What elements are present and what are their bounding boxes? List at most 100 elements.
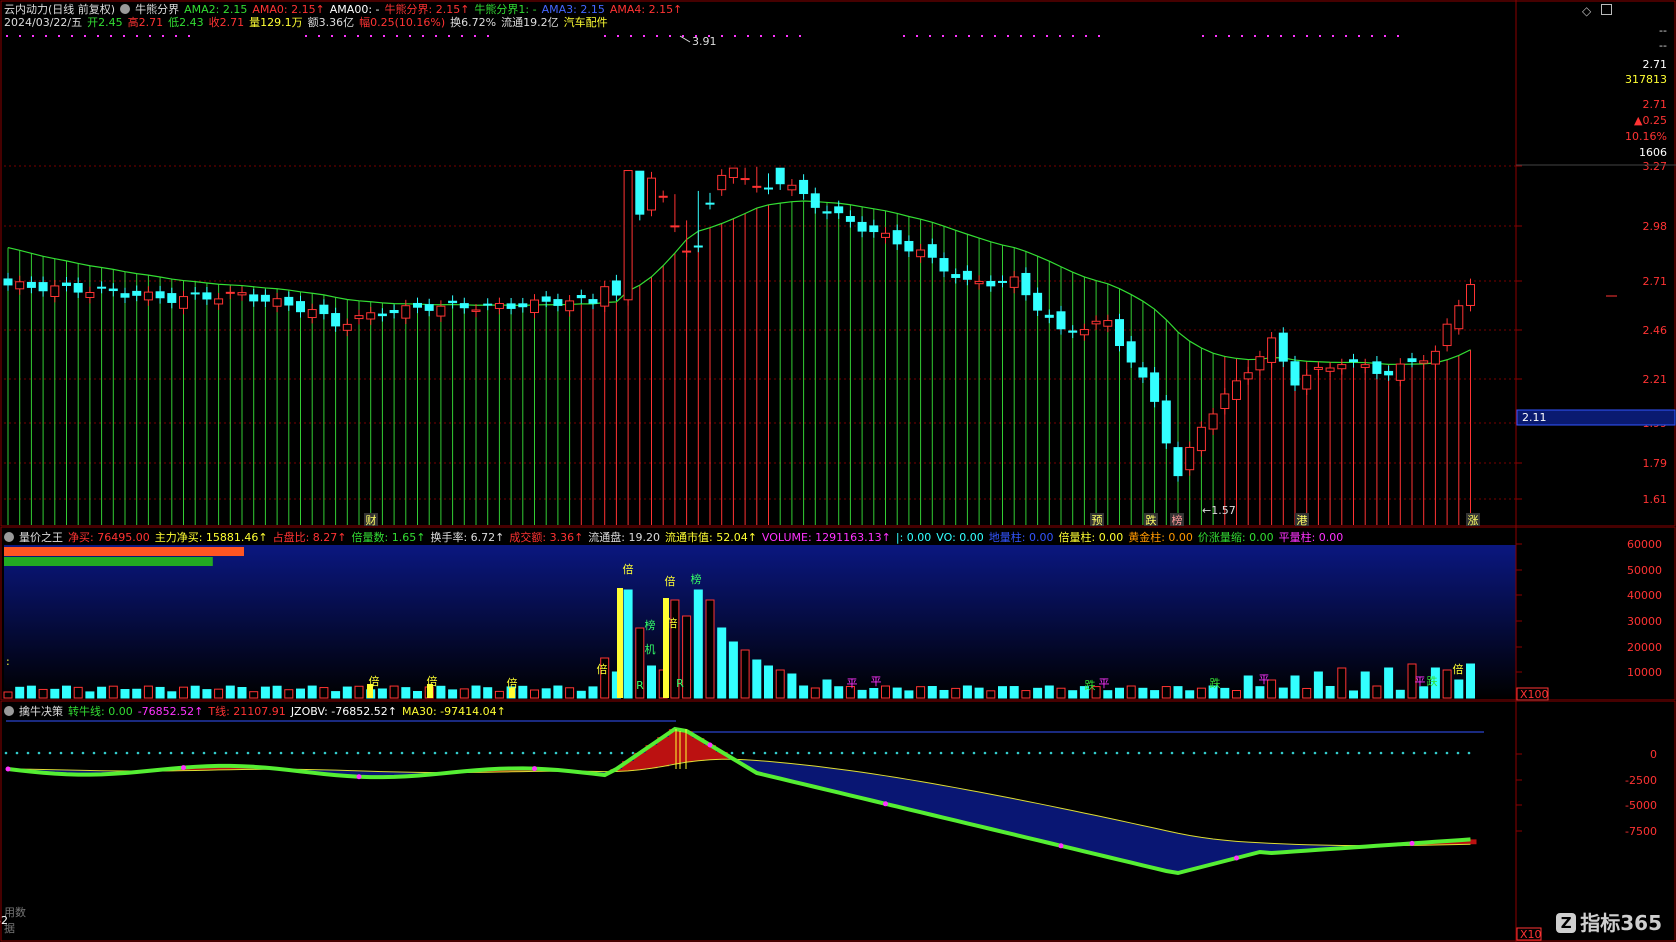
- diamond-icon[interactable]: ◇: [1582, 4, 1591, 18]
- volume-bar: [1337, 667, 1347, 699]
- event-tag: 跌: [1146, 513, 1157, 527]
- volume-bar: [1103, 690, 1113, 699]
- candle: [740, 178, 750, 181]
- candle: [1056, 311, 1066, 330]
- candle: [787, 184, 797, 191]
- zero-dot: [59, 751, 63, 755]
- top-dot: [162, 35, 164, 37]
- zero-dot: [1368, 751, 1372, 755]
- zero-dot: [235, 751, 239, 755]
- decision-pane[interactable]: 0 -2500 -5000 -7500 X10 擒牛决策 转牛线: 0.00 -76852.…: [0, 701, 1676, 942]
- price-chart[interactable]: 3.272.982.712.462.211.991.791.61----2.71…: [0, 0, 1676, 527]
- top-dot: [786, 35, 788, 37]
- volume-tick-label: 30000: [1627, 615, 1662, 628]
- candle: [354, 315, 364, 320]
- volume-item-4: 换手率: 6.72↑: [430, 531, 505, 544]
- volume-pane[interactable]: 60000 50000 40000 30000 20000 10000 X100 倍倍倍倍倍倍…: [0, 527, 1676, 701]
- candle: [1150, 372, 1160, 402]
- volume-bar: [436, 685, 446, 699]
- volume-title[interactable]: 量价之王: [19, 531, 63, 544]
- zero-dot: [323, 751, 327, 755]
- volume-bar: [623, 589, 633, 699]
- volume-bar: [331, 691, 341, 699]
- candle: [424, 304, 434, 311]
- candle: [38, 282, 48, 292]
- volume-bar: [1068, 690, 1078, 699]
- zero-dot: [213, 751, 217, 755]
- right-panel-value: 1606: [1639, 146, 1667, 159]
- indicator-toggle-icon[interactable]: [120, 4, 131, 14]
- zero-dot: [1379, 751, 1383, 755]
- zero-dot: [1247, 751, 1251, 755]
- volume-toggle-icon[interactable]: [4, 532, 14, 542]
- volume-bar: [1360, 671, 1370, 699]
- top-dot: [422, 35, 424, 37]
- candle: [307, 309, 317, 319]
- top-dot: [1384, 35, 1386, 37]
- volume-bar: [284, 689, 294, 699]
- candle: [50, 285, 60, 297]
- right-panel-value: --: [1659, 39, 1667, 52]
- volume-scale-label: X100: [1520, 688, 1549, 701]
- zero-dot: [1082, 751, 1086, 755]
- zero-dot: [488, 751, 492, 755]
- decision-item-3: JZOBV: -76852.52↑: [290, 705, 397, 718]
- top-dot: [448, 35, 450, 37]
- volume-bar: [518, 685, 528, 699]
- zero-dot: [1445, 751, 1449, 755]
- candle: [389, 309, 399, 314]
- zero-dot: [1434, 751, 1438, 755]
- volume-bar-label: 倍: [667, 616, 678, 630]
- top-dot: [903, 35, 905, 37]
- volume-bar: [296, 688, 305, 699]
- price-pane[interactable]: 3.272.982.712.462.211.991.791.61----2.71…: [0, 0, 1676, 527]
- volume-bar: [1313, 671, 1323, 699]
- candle: [3, 278, 13, 286]
- volume-item-5: 成交额: 3.36↑: [509, 531, 584, 544]
- candle: [1360, 364, 1370, 368]
- candle: [1208, 413, 1218, 430]
- volume-bar: [1255, 686, 1265, 699]
- zero-dot: [1060, 751, 1064, 755]
- info-item-5: 量129.1万: [249, 16, 303, 29]
- volume-bar: [1009, 686, 1019, 699]
- top-dot: [942, 35, 944, 37]
- decision-chart[interactable]: 0 -2500 -5000 -7500 X10: [0, 701, 1676, 942]
- volume-bar: [249, 691, 259, 699]
- volume-bar: [1384, 667, 1394, 699]
- decision-toggle-icon[interactable]: [4, 706, 14, 716]
- candle: [845, 216, 855, 222]
- candle: [1466, 284, 1475, 306]
- volume-item-6: 流通盘: 19.20: [588, 531, 660, 544]
- volume-bar: [892, 687, 902, 699]
- maximize-icon[interactable]: [1601, 4, 1612, 15]
- zero-dot: [972, 751, 976, 755]
- top-dot: [643, 35, 645, 37]
- zero-dot: [906, 751, 910, 755]
- candle: [927, 244, 937, 258]
- candle: [1419, 360, 1429, 364]
- info-item-1: 开2.45: [87, 16, 123, 29]
- zero-dot: [785, 751, 789, 755]
- indicator-name[interactable]: 牛熊分界: [135, 3, 179, 16]
- top-dot: [799, 35, 801, 37]
- volume-bar: [764, 665, 773, 699]
- decision-title[interactable]: 擒牛决策: [19, 705, 63, 718]
- zero-dot: [81, 751, 85, 755]
- candle: [284, 296, 294, 306]
- candle: [249, 294, 259, 302]
- volume-bar: [1395, 689, 1405, 699]
- volume-bar: [1325, 685, 1335, 699]
- zero-dot: [301, 751, 305, 755]
- stock-title[interactable]: 云内动力(日线 前复权): [4, 3, 115, 16]
- zero-dot: [1115, 751, 1119, 755]
- volume-bar: [108, 685, 118, 699]
- zero-dot: [928, 751, 932, 755]
- zero-dot: [1236, 751, 1240, 755]
- candle: [483, 303, 493, 306]
- volume-chart[interactable]: 600005000040000300002000010000X100倍倍倍倍倍倍…: [0, 527, 1676, 701]
- candle: [1173, 447, 1183, 477]
- zero-dot: [1104, 751, 1108, 755]
- top-dot: [682, 35, 684, 37]
- volume-bar: [307, 685, 317, 699]
